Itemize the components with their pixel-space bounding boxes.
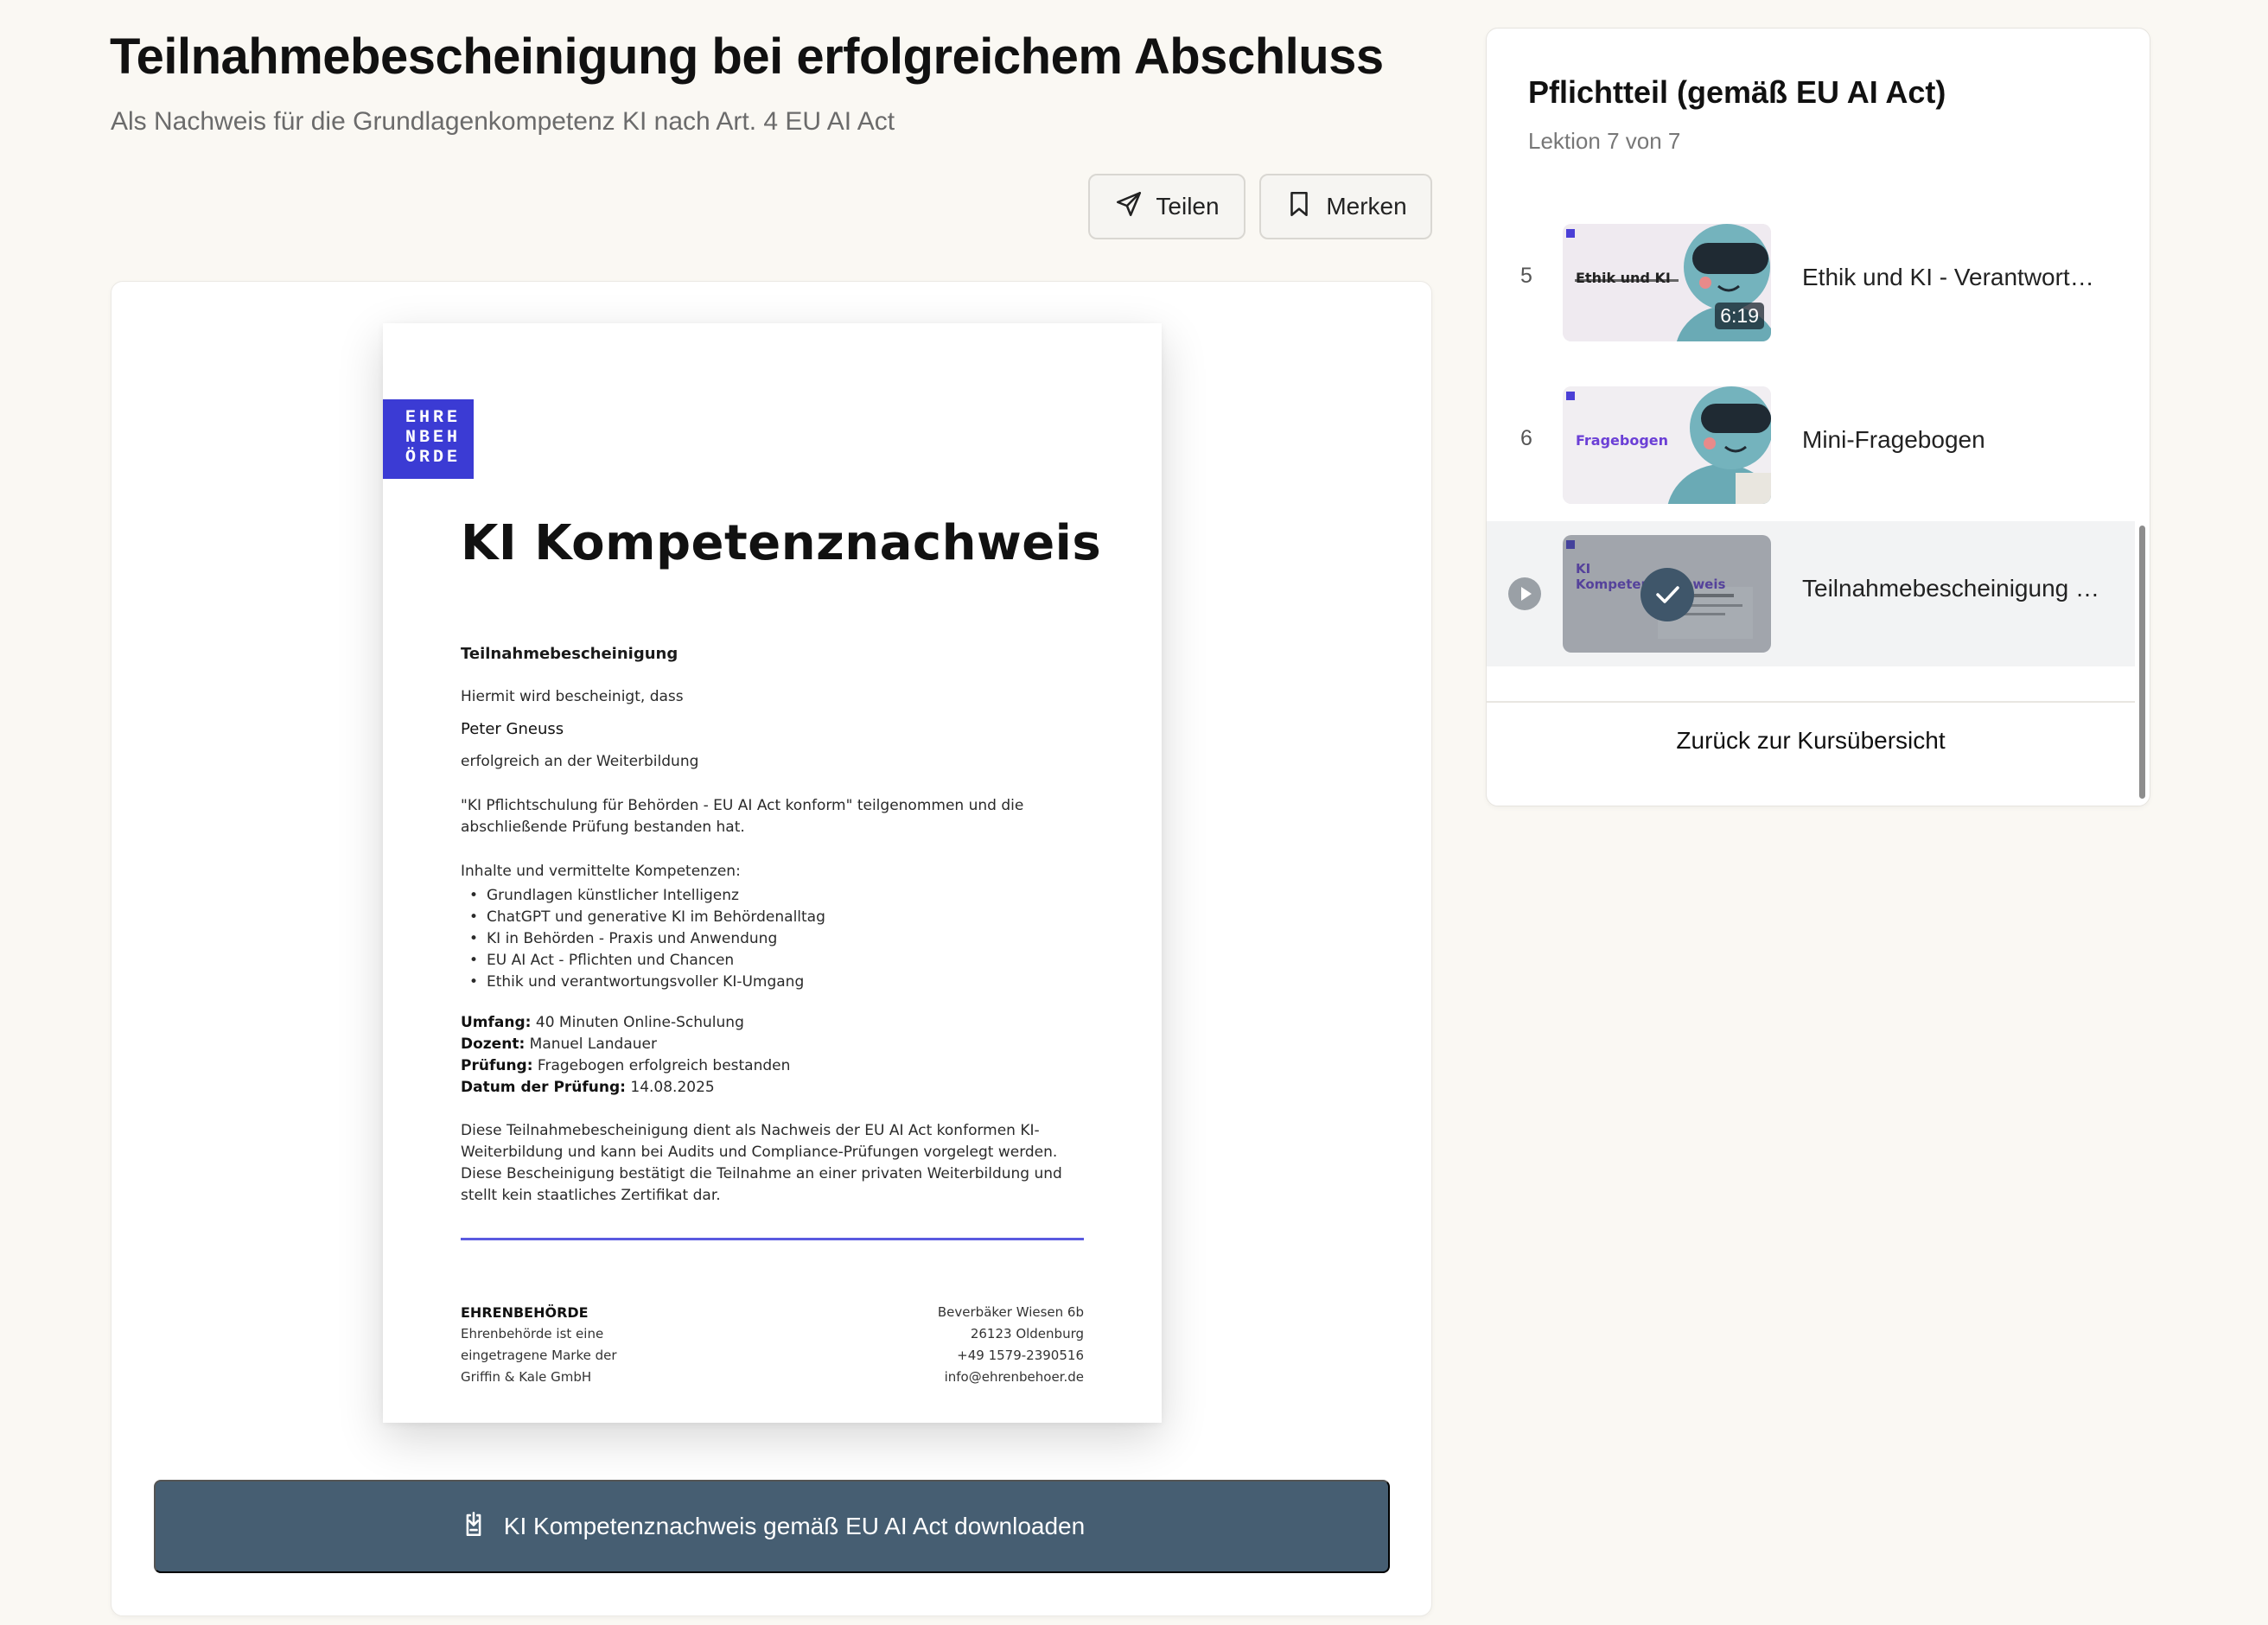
lesson-item-7[interactable]: KI Kompetenznachweis Teilnahmebescheinig…	[1487, 521, 2135, 666]
list-item: Ethik und verantwortungsvoller KI-Umgang	[469, 972, 825, 993]
download-certificate-button[interactable]: KI Kompetenznachweis gemäß EU AI Act dow…	[154, 1480, 1390, 1573]
video-duration: 6:19	[1715, 303, 1764, 329]
certificate-disclaimer: Diese Teilnahmebescheinigung dient als N…	[461, 1122, 1062, 1204]
certificate-course-sentence: "KI Pflichtschulung für Behörden - EU AI…	[461, 797, 1024, 836]
list-item: ChatGPT und generative KI im Behördenall…	[469, 907, 825, 928]
page-title: Teilnahmebescheinigung bei erfolgreichem…	[110, 29, 1384, 85]
share-button[interactable]: Teilen	[1088, 174, 1245, 239]
play-icon	[1507, 577, 1542, 611]
share-label: Teilen	[1156, 193, 1220, 220]
certificate-intro: Hiermit wird bescheinigt, dass	[461, 688, 684, 705]
list-item: EU AI Act - Pflichten und Chancen	[469, 950, 825, 972]
bookmark-label: Merken	[1326, 193, 1407, 220]
certificate-contents-list: Grundlagen künstlicher Intelligenz ChatG…	[469, 885, 825, 993]
certificate-divider	[461, 1238, 1084, 1240]
lesson-title: Teilnahmebescheinigung b…	[1802, 575, 2105, 602]
certificate-facts: Umfang: 40 Minuten Online-Schulung Dozen…	[461, 1014, 791, 1096]
certificate-heading: KI Kompetenznachweis	[461, 515, 1102, 571]
certificate-preview: EHRE NBEH ÖRDE KI Kompetenznachweis Teil…	[383, 323, 1162, 1423]
certificate-footer-address: Beverbäker Wiesen 6b 26123 Oldenburg +49…	[937, 1304, 1084, 1385]
lesson-progress: Lektion 7 von 7	[1528, 128, 1681, 154]
send-icon	[1114, 189, 1144, 225]
back-to-course-link[interactable]: Zurück zur Kursübersicht	[1487, 727, 2135, 755]
certificate-line-after-name: erfolgreich an der Weiterbildung	[461, 753, 699, 770]
lesson-number: 5	[1520, 264, 1532, 288]
download-icon	[459, 1509, 488, 1545]
lesson-number: 6	[1520, 426, 1532, 450]
list-item: KI in Behörden - Praxis und Anwendung	[469, 928, 825, 950]
lesson-item-6[interactable]: 6 Fragebogen Mini-Fragebogen	[1487, 373, 2135, 518]
sidebar-title: Pflichtteil (gemäß EU AI Act)	[1528, 74, 1946, 110]
lesson-title: Mini-Fragebogen	[1802, 426, 1985, 453]
sidebar-scrollbar[interactable]	[2139, 526, 2145, 799]
certificate-contents-label: Inhalte und vermittelte Kompetenzen:	[461, 863, 741, 880]
lesson-sidebar: Pflichtteil (gemäß EU AI Act) Lektion 7 …	[1486, 28, 2150, 806]
bookmark-icon	[1284, 189, 1314, 225]
list-item: Grundlagen künstlicher Intelligenz	[469, 885, 825, 907]
certificate-card: EHRE NBEH ÖRDE KI Kompetenznachweis Teil…	[111, 281, 1432, 1616]
certificate-recipient-name: Peter Gneuss	[461, 720, 564, 738]
sidebar-divider	[1487, 701, 2135, 703]
page-subtitle: Als Nachweis für die Grundlagenkompetenz…	[111, 107, 895, 136]
certificate-logo: EHRE NBEH ÖRDE	[383, 399, 474, 479]
certificate-subheading: Teilnahmebescheinigung	[461, 645, 678, 663]
download-label: KI Kompetenznachweis gemäß EU AI Act dow…	[503, 1513, 1086, 1539]
lesson-title: Ethik und KI - Verantwortu…	[1802, 264, 2105, 290]
lesson-item-5[interactable]: 5 Ethik und KI 6:19 Ethik und KI - Veran…	[1487, 210, 2135, 355]
lesson-thumbnail: Ethik und KI 6:19	[1563, 224, 1771, 341]
checkmark-icon	[1640, 568, 1694, 621]
lesson-thumbnail: Fragebogen	[1563, 386, 1771, 504]
certificate-footer-left: EHRENBEHÖRDE Ehrenbehörde ist eine einge…	[461, 1304, 617, 1385]
bookmark-button[interactable]: Merken	[1259, 174, 1432, 239]
lesson-thumbnail: KI Kompetenznachweis	[1563, 535, 1771, 653]
